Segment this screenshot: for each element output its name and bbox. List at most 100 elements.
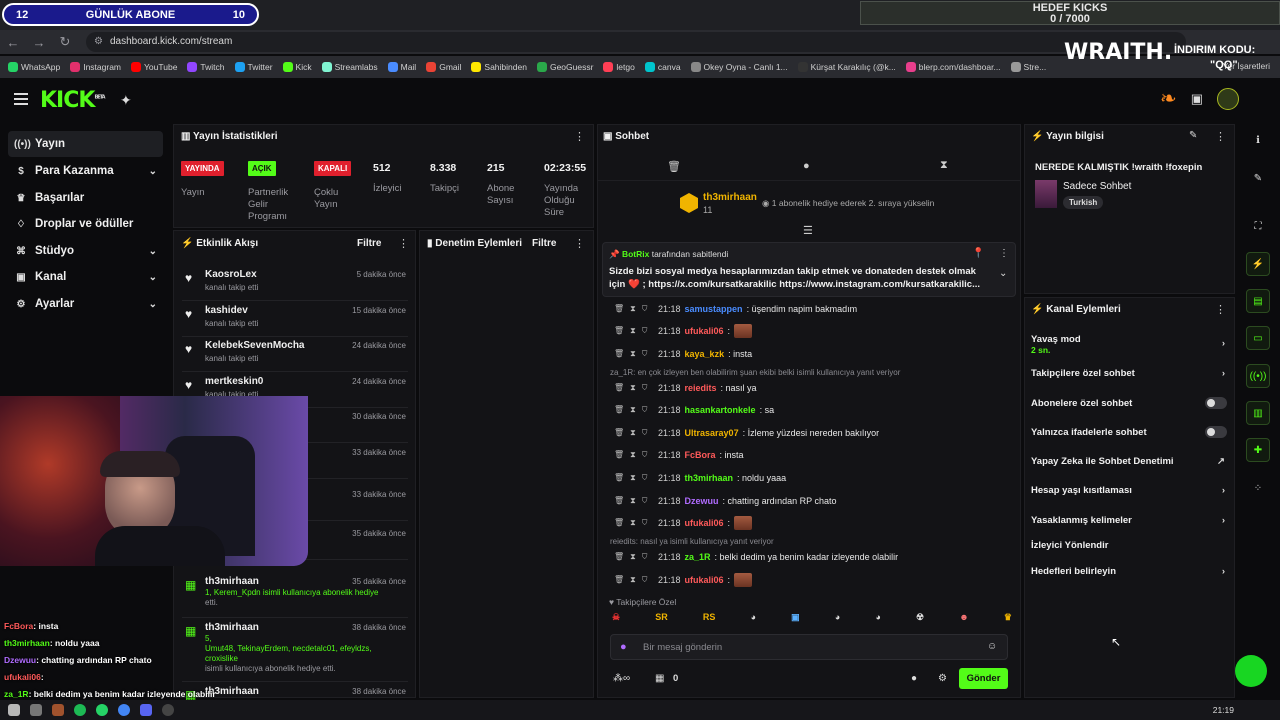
trash-icon[interactable]: 🗑 bbox=[667, 160, 681, 173]
emote-chat-toggle[interactable] bbox=[1205, 426, 1227, 438]
inbox-icon[interactable]: ▣ bbox=[1191, 91, 1203, 107]
chat-message[interactable]: 🗑⧗⛉ 21:18 ufukali06: bbox=[614, 323, 1014, 339]
chat-users-icon[interactable]: ● bbox=[911, 673, 917, 684]
emote-icon[interactable]: ☠ bbox=[612, 612, 620, 628]
emote-icon[interactable]: ◕ bbox=[875, 612, 880, 628]
emote-icon[interactable]: ☢ bbox=[916, 612, 924, 628]
moderation-menu-icon[interactable]: ⋮ bbox=[574, 237, 585, 250]
ai-mod-row[interactable]: Yapay Zeka ile Sohbet Denetimi ↗ bbox=[1031, 456, 1227, 467]
emote-icon[interactable]: ▣ bbox=[791, 612, 800, 628]
mod-tools-icon[interactable]: 🗑⧗⛉ bbox=[614, 405, 654, 415]
bookmark-item[interactable]: Twitch bbox=[187, 62, 225, 72]
sidebar-item-para-kazanma[interactable]: $ Para Kazanma ⌄ bbox=[8, 158, 163, 184]
mod-tools-icon[interactable]: 🗑⧗⛉ bbox=[614, 575, 654, 585]
chat-message[interactable]: 🗑⧗⛉ 21:18 reiedits: nasıl ya bbox=[614, 380, 1014, 396]
pinned-menu-icon[interactable]: ⋮ bbox=[999, 248, 1009, 259]
infinity-icon[interactable]: ⁂∞ bbox=[613, 673, 630, 684]
mod-tools-icon[interactable]: 🗑⧗⛉ bbox=[614, 428, 654, 438]
chat-username[interactable]: kaya_kzk bbox=[685, 349, 725, 359]
add-widget-icon[interactable]: ⁘ bbox=[1246, 476, 1270, 500]
discord-icon[interactable] bbox=[140, 704, 152, 716]
collapse-icon[interactable]: ☰ bbox=[803, 224, 813, 237]
chat-username[interactable]: Dzewuu bbox=[685, 496, 719, 506]
bookmark-item[interactable]: Instagram bbox=[70, 62, 121, 72]
chat-message[interactable]: 🗑⧗⛉ 21:18 Dzewuu: chatting ardından RP cha… bbox=[614, 493, 1014, 509]
stats-menu-icon[interactable]: ⋮ bbox=[574, 130, 585, 143]
sidebar-item-ayarlar[interactable]: ⚙ Ayarlar ⌄ bbox=[8, 291, 163, 317]
mod-tools-icon[interactable]: 🗑⧗⛉ bbox=[614, 496, 654, 506]
back-icon[interactable]: ← bbox=[0, 35, 26, 50]
top-user[interactable]: th3mirhaan bbox=[703, 192, 757, 203]
bookmark-item[interactable]: Sahibinden bbox=[471, 62, 527, 72]
site-info-icon[interactable]: ⚙ bbox=[94, 32, 103, 52]
unpin-icon[interactable]: 📍 bbox=[972, 248, 984, 259]
focus-icon[interactable]: ⛶ bbox=[1246, 214, 1270, 238]
emote-icon[interactable]: SR bbox=[655, 612, 668, 628]
chat-username[interactable]: th3mirhaan bbox=[685, 473, 734, 483]
send-button[interactable]: Gönder bbox=[959, 668, 1008, 689]
chat-username[interactable]: FcBora bbox=[685, 450, 716, 460]
bolt-icon[interactable]: ⚡ bbox=[1246, 252, 1270, 276]
mic-icon[interactable]: ● bbox=[620, 641, 627, 653]
chat-username[interactable]: reiedits bbox=[685, 383, 717, 393]
edit-icon[interactable]: ✎ bbox=[1189, 130, 1197, 141]
raid-row[interactable]: İzleyici Yönlendir bbox=[1031, 540, 1227, 551]
chat-message[interactable]: 🗑⧗⛉ 21:18 th3mirhaan: noldu yaaa bbox=[614, 470, 1014, 486]
broadcast-icon[interactable]: ((•)) bbox=[1246, 364, 1270, 388]
subs-chat-toggle[interactable] bbox=[1205, 397, 1227, 409]
emote-icon[interactable]: ◕ bbox=[751, 612, 756, 628]
taskbar-app-icon[interactable] bbox=[52, 704, 64, 716]
url-bar[interactable]: ⚙ dashboard.kick.com/stream bbox=[86, 32, 1186, 52]
hourglass-icon[interactable]: ⧗ bbox=[940, 159, 948, 172]
mod-tools-icon[interactable]: 🗑⧗⛉ bbox=[614, 326, 654, 336]
info-icon[interactable]: ℹ bbox=[1246, 128, 1270, 152]
bookmark-item[interactable]: canva bbox=[644, 62, 681, 72]
activity-filter[interactable]: Filtre bbox=[357, 238, 381, 249]
taskbar-app-icon[interactable] bbox=[30, 704, 42, 716]
forward-icon[interactable]: → bbox=[26, 35, 52, 50]
wrench-icon[interactable]: ✚ bbox=[1246, 438, 1270, 462]
mod-tools-icon[interactable]: 🗑⧗⛉ bbox=[614, 383, 654, 393]
spotify-icon[interactable] bbox=[74, 704, 86, 716]
bookmark-item[interactable]: blerp.com/dashboar... bbox=[905, 62, 1001, 72]
activity-menu-icon[interactable]: ⋮ bbox=[398, 237, 409, 250]
chat-message[interactable]: 🗑⧗⛉ 21:18 ufukali06: bbox=[614, 572, 1014, 588]
whatsapp-icon[interactable] bbox=[96, 704, 108, 716]
chat-username[interactable]: za_1R bbox=[685, 552, 711, 562]
sidebar-item-kanal[interactable]: ▣ Kanal ⌄ bbox=[8, 264, 163, 290]
bookmark-item[interactable]: Okey Oyna - Canlı 1... bbox=[690, 62, 788, 72]
emote-icon[interactable]: ♛ bbox=[1004, 612, 1012, 628]
moderation-filter[interactable]: Filtre bbox=[532, 238, 556, 249]
mod-tools-icon[interactable]: 🗑⧗⛉ bbox=[614, 552, 654, 562]
document-icon[interactable]: ▤ bbox=[1246, 289, 1270, 313]
sidebar-item-st-dyo[interactable]: ⌘ Stüdyo ⌄ bbox=[8, 238, 163, 264]
emote-icon[interactable]: RS bbox=[703, 612, 716, 628]
goals-row[interactable]: Hedefleri belirleyin › bbox=[1031, 566, 1227, 577]
chevron-down-icon[interactable]: ⌄ bbox=[999, 268, 1007, 279]
bookmark-item[interactable]: Kürşat Karakılıç (@k... bbox=[797, 62, 896, 72]
emoji-icon[interactable]: ☺ bbox=[987, 641, 997, 652]
store-icon[interactable]: ▦ bbox=[655, 673, 664, 684]
mod-tools-icon[interactable]: 🗑⧗⛉ bbox=[614, 349, 654, 359]
chat-username[interactable]: samustappen bbox=[685, 304, 743, 314]
mod-tools-icon[interactable]: 🗑⧗⛉ bbox=[614, 450, 654, 460]
bookmark-item[interactable]: WhatsApp bbox=[8, 62, 60, 72]
chat-message[interactable]: 🗑⧗⛉ 21:18 kaya_kzk: insta bbox=[614, 346, 1014, 362]
chat-message[interactable]: 🗑⧗⛉ 21:18 FcBora: insta bbox=[614, 447, 1014, 463]
kick-logo[interactable]: KICKBETA bbox=[40, 88, 106, 113]
sidebar-item-ba-ar-lar[interactable]: ♛ Başarılar bbox=[8, 185, 163, 211]
bookmark-item[interactable]: letgo bbox=[603, 62, 635, 72]
bookmark-item[interactable]: YouTube bbox=[131, 62, 177, 72]
category-name[interactable]: Sadece Sohbet bbox=[1063, 181, 1131, 192]
chat-message[interactable]: 🗑⧗⛉ 21:18 samustappen: üşendim napim bakma… bbox=[614, 301, 1014, 317]
chrome-icon[interactable] bbox=[118, 704, 130, 716]
reload-icon[interactable]: ↻ bbox=[52, 34, 78, 50]
chat-icon[interactable]: ▭ bbox=[1246, 326, 1270, 350]
chat-username[interactable]: hasankartonkele bbox=[685, 405, 756, 415]
emote-icon[interactable]: ◕ bbox=[835, 612, 840, 628]
chat-settings-icon[interactable]: ⚙ bbox=[938, 673, 947, 684]
bookmark-item[interactable]: Mail bbox=[387, 62, 416, 72]
bookmark-item[interactable]: Streamlabs bbox=[321, 62, 378, 72]
fox-icon[interactable]: ❧ bbox=[1160, 86, 1177, 111]
chat-username[interactable]: ufukali06 bbox=[685, 326, 724, 336]
